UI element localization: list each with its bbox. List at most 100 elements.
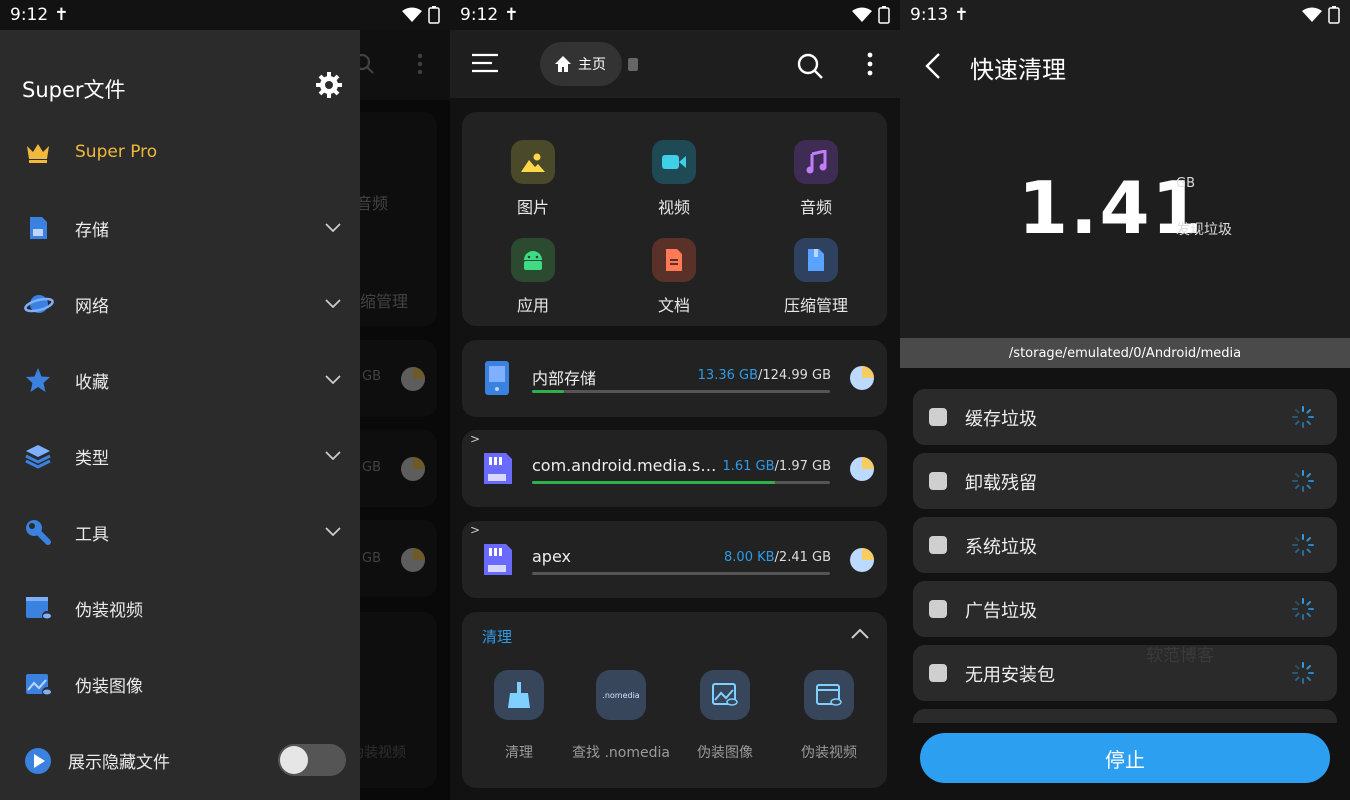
drawer-item-label: 伪装视频 — [75, 600, 143, 621]
clean-item-nomedia[interactable]: .nomedia 查找 .nomedia — [566, 670, 676, 762]
junk-row-partial — [913, 709, 1337, 723]
storage-progress-fill — [532, 390, 564, 393]
phone-icon — [482, 360, 512, 396]
drawer-item-label: 存储 — [75, 220, 109, 241]
back-arrow-icon[interactable] — [924, 52, 942, 80]
disguise-video-icon — [24, 594, 52, 622]
wifi-icon — [1302, 7, 1322, 22]
drawer-item-label: 收藏 — [75, 372, 109, 393]
category-label: 文档 — [657, 296, 690, 315]
clean-item-disguise-image[interactable]: 伪装图像 — [670, 670, 780, 762]
drawer-item-favorites[interactable]: 收藏 — [0, 350, 360, 410]
storage-size: 13.36 GB/124.99 GB — [698, 368, 831, 383]
battery-icon — [428, 6, 440, 24]
junk-row-label: 卸载残留 — [965, 473, 1037, 494]
top-app-bar: 主页 — [450, 30, 900, 98]
clean-item-cleanup[interactable]: 清理 — [464, 670, 574, 762]
storage-size: 8.00 KB/2.41 GB — [724, 550, 831, 565]
search-icon[interactable] — [796, 52, 824, 80]
category-images[interactable]: 图片 — [473, 140, 593, 218]
status-time: 9:12 — [460, 5, 499, 25]
network-icon — [24, 290, 54, 318]
drawer-item-super-pro[interactable]: Super Pro — [0, 122, 360, 182]
usb-drive-icon — [482, 541, 514, 577]
pie-chart-icon — [850, 457, 874, 481]
category-label: 图片 — [516, 198, 549, 217]
images-icon — [511, 140, 555, 184]
drawer-item-disguise-image[interactable]: 伪装图像 — [0, 654, 360, 714]
category-docs[interactable]: 文档 — [614, 238, 734, 316]
drawer-item-label: 网络 — [75, 296, 109, 317]
expand-chevron-icon[interactable]: > — [470, 523, 480, 537]
drawer-title: Super文件 — [22, 78, 126, 102]
storage-card-swcodec[interactable]: > com.android.media.swcodec 1.61 GB/1.97… — [462, 430, 887, 507]
category-label: 音频 — [799, 198, 832, 217]
storage-card-apex[interactable]: > apex 8.00 KB/2.41 GB — [462, 521, 887, 598]
drawer-item-storage[interactable]: 存储 — [0, 198, 360, 258]
ad-icon — [929, 600, 947, 618]
storage-total: /2.41 GB — [774, 550, 831, 565]
gear-icon[interactable] — [316, 72, 342, 98]
android-icon — [511, 238, 555, 282]
storage-total: /124.99 GB — [758, 368, 831, 383]
status-time: 9:12 — [10, 5, 49, 25]
stop-button[interactable]: 停止 — [920, 733, 1330, 783]
storage-size: 1.61 GB/1.97 GB — [722, 459, 831, 474]
drawer-item-label: 伪装图像 — [75, 676, 143, 697]
junk-row-ads[interactable]: 广告垃圾 — [913, 581, 1337, 637]
clean-item-disguise-video[interactable]: 伪装视频 — [774, 670, 884, 762]
status-bar: 9:13 ✝ — [900, 0, 1350, 30]
loading-spinner-icon — [1292, 534, 1314, 556]
junk-unit: GB — [1176, 176, 1195, 191]
clean-item-label: 伪装视频 — [801, 745, 857, 761]
drawer-item-tools[interactable]: 工具 — [0, 502, 360, 562]
pie-chart-icon — [850, 548, 874, 572]
chevron-up-icon[interactable] — [850, 626, 870, 642]
menu-icon[interactable] — [472, 52, 498, 74]
screen-drawer: 音频 缩管理 GB GB GB 伪装视频 9:12 ✝ Super文件 Supe… — [0, 0, 450, 800]
loading-spinner-icon — [1292, 470, 1314, 492]
toggle-knob — [280, 746, 308, 774]
drawer-item-show-hidden[interactable]: 展示隐藏文件 — [0, 730, 360, 790]
storage-card-internal[interactable]: 内部存储 13.36 GB/124.99 GB — [462, 340, 887, 417]
star-icon — [24, 366, 52, 394]
clean-title: 清理 — [482, 628, 513, 646]
categories-card: 图片 视频 音频 应用 文档 压缩管理 — [462, 112, 887, 326]
category-apps[interactable]: 应用 — [473, 238, 593, 316]
loading-spinner-icon — [1292, 662, 1314, 684]
show-hidden-toggle[interactable] — [278, 744, 346, 776]
document-icon — [652, 238, 696, 282]
loading-spinner-icon — [1292, 598, 1314, 620]
category-archives[interactable]: 压缩管理 — [756, 238, 876, 316]
storage-used: 8.00 KB — [724, 550, 775, 565]
junk-row-label: 缓存垃圾 — [965, 409, 1037, 430]
category-audio[interactable]: 音频 — [756, 140, 876, 218]
stop-button-label: 停止 — [1105, 747, 1145, 772]
scrim[interactable] — [360, 30, 450, 800]
wifi-icon — [402, 7, 422, 22]
clean-item-label: 查找 .nomedia — [572, 745, 670, 761]
videos-icon — [652, 140, 696, 184]
junk-row-system[interactable]: 系统垃圾 — [913, 517, 1337, 573]
apk-icon — [929, 664, 947, 682]
drawer-item-network[interactable]: 网络 — [0, 274, 360, 334]
drawer-item-label: 类型 — [75, 448, 109, 469]
junk-row-apk[interactable]: 无用安装包 — [913, 645, 1337, 701]
home-chip-label: 主页 — [578, 57, 606, 73]
category-videos[interactable]: 视频 — [614, 140, 734, 218]
home-chip[interactable]: 主页 — [540, 42, 622, 86]
uninstall-icon — [929, 472, 947, 490]
drawer-item-types[interactable]: 类型 — [0, 426, 360, 486]
storage-used: 13.36 GB — [697, 368, 758, 383]
sd-card-icon — [628, 58, 638, 71]
disguise-video-icon — [804, 670, 854, 720]
music-icon — [794, 140, 838, 184]
wifi-icon — [852, 7, 872, 22]
junk-row-cache[interactable]: 缓存垃圾 — [913, 389, 1337, 445]
system-icon — [929, 536, 947, 554]
drawer-item-disguise-video[interactable]: 伪装视频 — [0, 578, 360, 638]
chevron-down-icon — [324, 218, 342, 236]
expand-chevron-icon[interactable]: > — [470, 432, 480, 446]
more-vert-icon[interactable] — [860, 52, 880, 76]
junk-row-uninstall[interactable]: 卸载残留 — [913, 453, 1337, 509]
